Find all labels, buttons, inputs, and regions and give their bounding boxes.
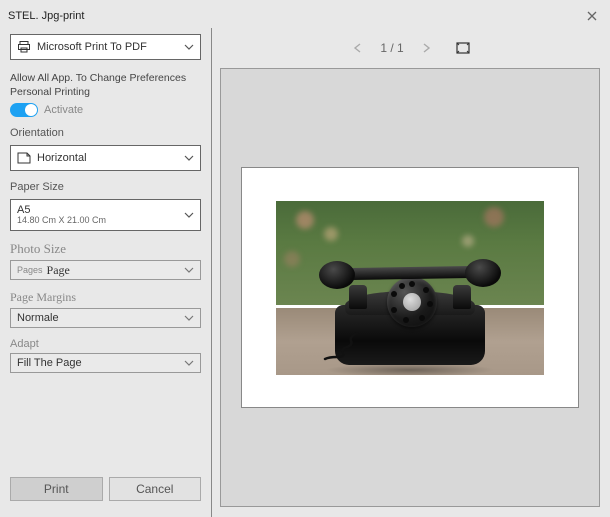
chevron-down-icon bbox=[184, 155, 194, 161]
window-title: STEL. Jpg-print bbox=[8, 10, 84, 22]
activate-toggle[interactable] bbox=[10, 103, 38, 117]
margins-label: Page Margins bbox=[10, 290, 201, 305]
photo-size-select[interactable]: Pages Page bbox=[10, 260, 201, 280]
photo-size-value: Page bbox=[47, 263, 184, 278]
chevron-down-icon bbox=[184, 267, 194, 273]
adapt-label: Adapt bbox=[10, 338, 201, 350]
print-button[interactable]: Print bbox=[10, 477, 103, 501]
orientation-label: Orientation bbox=[10, 127, 201, 139]
chevron-down-icon bbox=[184, 315, 194, 321]
chevron-down-icon bbox=[184, 44, 194, 50]
fullscreen-icon[interactable] bbox=[456, 41, 470, 55]
next-page-arrow[interactable] bbox=[418, 40, 434, 56]
orientation-select[interactable]: Horizontal bbox=[10, 145, 201, 171]
pager: 1 / 1 bbox=[220, 34, 600, 62]
close-icon[interactable] bbox=[582, 6, 602, 26]
chevron-down-icon bbox=[184, 360, 194, 366]
settings-panel: Microsoft Print To PDF Allow All App. To… bbox=[0, 28, 212, 517]
preview-area bbox=[220, 68, 600, 507]
printer-select[interactable]: Microsoft Print To PDF bbox=[10, 34, 201, 60]
preview-page bbox=[241, 167, 579, 408]
paper-size-select[interactable]: A5 14.80 Cm X 21.00 Cm bbox=[10, 199, 201, 231]
preferences-text: Allow All App. To Change Preferences Per… bbox=[10, 72, 201, 99]
printer-value: Microsoft Print To PDF bbox=[37, 41, 194, 53]
cancel-button[interactable]: Cancel bbox=[109, 477, 202, 501]
paper-size-dims: 14.80 Cm X 21.00 Cm bbox=[17, 216, 194, 226]
orientation-value: Horizontal bbox=[37, 152, 194, 164]
margins-select[interactable]: Normale bbox=[10, 308, 201, 328]
printer-icon bbox=[17, 40, 31, 54]
paper-size-label: Paper Size bbox=[10, 181, 201, 193]
chevron-down-icon bbox=[184, 212, 194, 218]
photo-size-label: Photo Size bbox=[10, 241, 201, 257]
page-indicator: 1 / 1 bbox=[380, 41, 403, 55]
preview-panel: 1 / 1 bbox=[214, 28, 610, 517]
activate-label: Activate bbox=[44, 104, 83, 116]
preview-photo bbox=[276, 201, 544, 375]
photo-size-prefix: Pages bbox=[17, 265, 43, 275]
adapt-value: Fill The Page bbox=[17, 357, 184, 369]
adapt-select[interactable]: Fill The Page bbox=[10, 353, 201, 373]
margins-value: Normale bbox=[17, 312, 184, 324]
page-icon bbox=[17, 151, 31, 165]
prev-page-arrow[interactable] bbox=[350, 40, 366, 56]
